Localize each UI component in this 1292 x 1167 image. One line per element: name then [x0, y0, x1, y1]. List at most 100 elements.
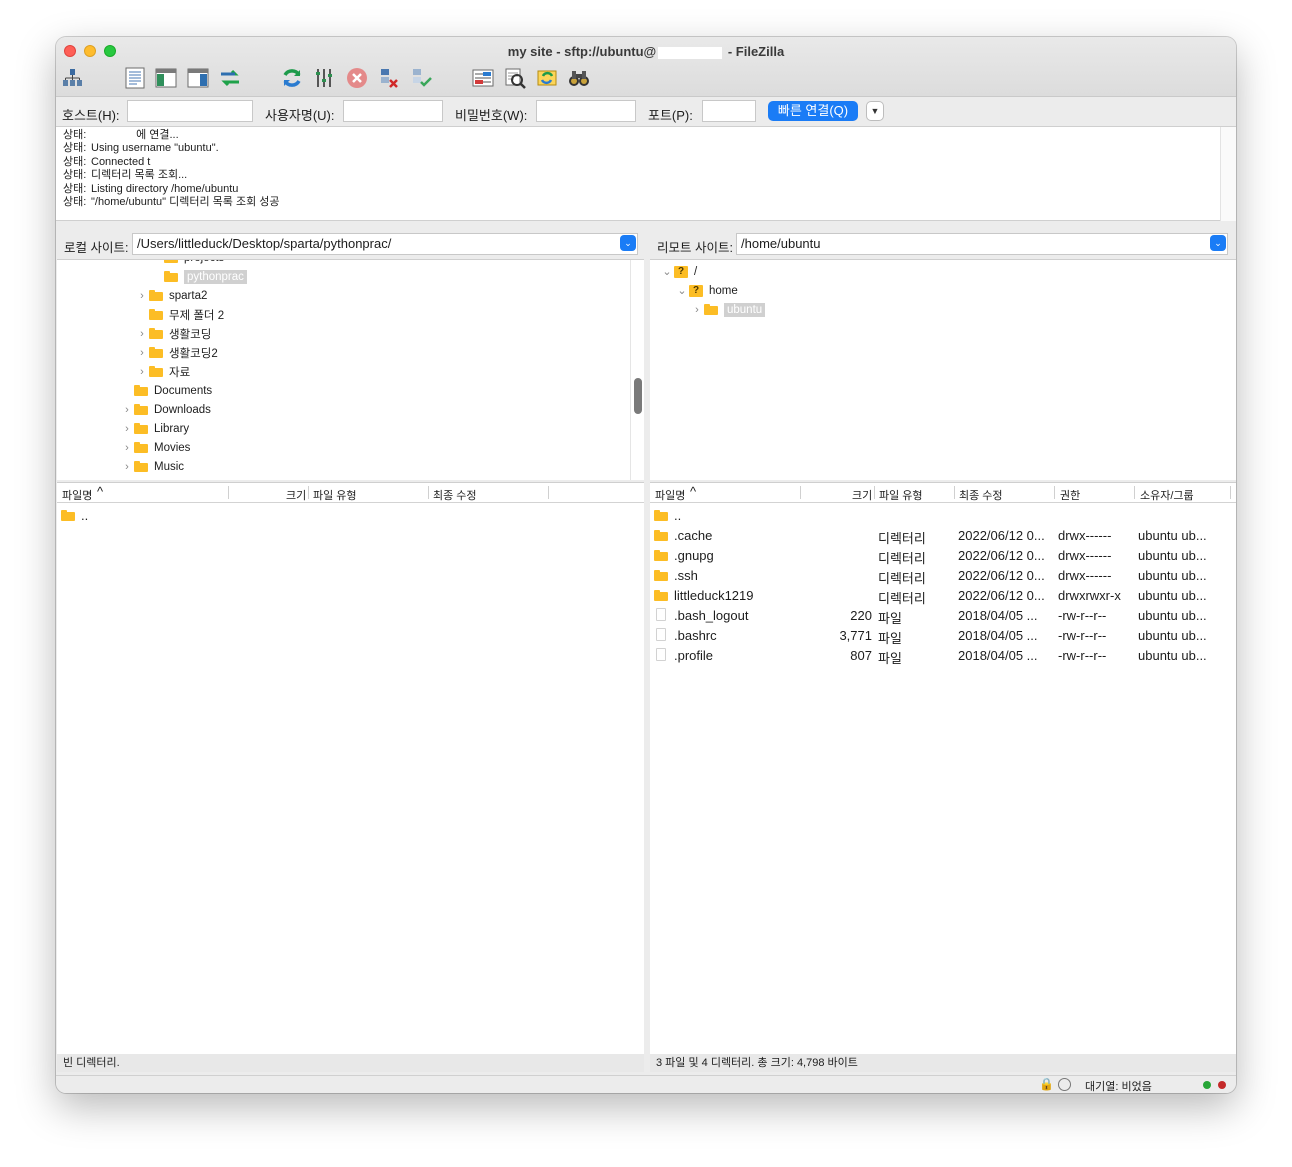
remote-file-name: .. [674, 508, 682, 523]
local-col-type[interactable]: 파일 유형 [313, 487, 357, 503]
password-input[interactable] [536, 100, 636, 122]
remote-col-size[interactable]: 크기 [852, 487, 872, 503]
remote-col-name[interactable]: 파일명 [655, 487, 685, 503]
quickconnect-button[interactable]: 빠른 연결(Q) [768, 101, 858, 121]
remote-col-permissions[interactable]: 권한 [1060, 487, 1080, 503]
local-col-size[interactable]: 크기 [286, 487, 306, 503]
speed-limit-icon[interactable] [1058, 1078, 1071, 1091]
remote-file-row[interactable]: .profile 807 파일 2018/04/05 ... -rw-r--r-- ubu… [650, 645, 1236, 666]
pane-splitter[interactable] [644, 229, 650, 1075]
remote-file-name: littleduck1219 [674, 588, 754, 603]
host-input[interactable] [127, 100, 253, 122]
local-col-name[interactable]: 파일명 [62, 487, 92, 503]
remote-file-row[interactable]: .ssh 디렉터리 2022/06/12 0... drwx------ ubuntu … [650, 565, 1236, 586]
tree-item[interactable]: › Downloads [120, 400, 211, 419]
filter-icon[interactable] [470, 65, 496, 91]
tree-item[interactable]: › ubuntu [690, 300, 766, 319]
remote-file-row[interactable]: .gnupg 디렉터리 2022/06/12 0... drwx------ ubunt… [650, 545, 1236, 566]
status-bar: 🔒 대기열: 비었음 [56, 1075, 1236, 1093]
local-site-bar: 로컬 사이트: /Users/littleduck/Desktop/sparta… [56, 229, 644, 259]
remote-col-owner[interactable]: 소유자/그룹 [1140, 487, 1194, 503]
tree-item[interactable]: ⌄? home [675, 281, 738, 300]
remote-list-header: 파일명 ^ 크기 파일 유형 최종 수정 권한 소유자/그룹 [650, 483, 1236, 503]
tree-item[interactable]: › sparta2 [135, 286, 207, 305]
disconnect-icon[interactable] [376, 65, 402, 91]
local-col-modified[interactable]: 최종 수정 [433, 487, 477, 503]
expand-chevron-icon[interactable]: › [120, 423, 134, 435]
remote-file-perms: -rw-r--r-- [1058, 628, 1107, 643]
tree-item-label: Movies [154, 441, 191, 454]
folder-icon [654, 530, 668, 541]
local-path-dropdown[interactable]: ⌄ [620, 235, 636, 251]
tree-item[interactable]: › Library [120, 419, 189, 438]
remote-file-perms: drwxrwxr-x [1058, 588, 1121, 603]
expand-chevron-icon[interactable]: › [150, 260, 164, 264]
tree-item-label: 자료 [169, 366, 191, 379]
remote-path-dropdown[interactable]: ⌄ [1210, 235, 1226, 251]
expand-chevron-icon[interactable]: ⌄ [675, 284, 689, 297]
folder-icon [134, 385, 148, 396]
expand-chevron-icon[interactable]: › [120, 461, 134, 473]
remote-file-size: 807 [850, 648, 872, 663]
tree-item-label: ubuntu [724, 302, 766, 317]
toggle-log-icon[interactable] [122, 65, 148, 91]
tree-item[interactable]: › Movies [120, 438, 190, 457]
remote-file-row[interactable]: .bashrc 3,771 파일 2018/04/05 ... -rw-r--r-- ub… [650, 625, 1236, 646]
tree-item[interactable]: › 자료 [135, 362, 190, 381]
tree-item[interactable]: › 생활코딩2 [135, 343, 218, 362]
message-log: 상태: 에 연결... 상태: Using username "ubuntu". 상태… [56, 127, 1236, 221]
expand-chevron-icon[interactable]: › [135, 366, 149, 378]
cancel-icon[interactable] [344, 65, 370, 91]
search-icon[interactable] [566, 65, 592, 91]
transfer-queue-icon[interactable] [217, 65, 243, 91]
local-directory-tree: ›projectspythonprac›sparta2무제 폴더 2›생활코딩›… [57, 259, 644, 480]
tree-item[interactable]: Documents [120, 381, 212, 400]
local-file-list: 파일명 ^ 크기 파일 유형 최종 수정 .. [57, 482, 644, 1054]
remote-file-row[interactable]: .bash_logout 220 파일 2018/04/05 ... -rw-r--r-… [650, 605, 1236, 626]
lock-icon: 🔒 [1039, 1077, 1054, 1091]
expand-chevron-icon[interactable]: › [120, 442, 134, 454]
remote-file-perms: drwx------ [1058, 528, 1112, 543]
username-input[interactable] [343, 100, 443, 122]
folder-icon [149, 309, 163, 320]
quickconnect-bar: 호스트(H): 사용자명(U): 비밀번호(W): 포트(P): 빠른 연결(Q… [56, 97, 1236, 127]
local-path-input[interactable]: /Users/littleduck/Desktop/sparta/pythonp… [132, 233, 638, 255]
tree-item[interactable]: › 생활코딩 [135, 324, 211, 343]
expand-chevron-icon[interactable]: ⌄ [660, 265, 674, 278]
remote-file-modified: 2022/06/12 0... [958, 548, 1045, 563]
expand-chevron-icon[interactable]: › [690, 304, 704, 316]
local-tree-scrollbar[interactable] [634, 378, 642, 414]
quickconnect-history-dropdown[interactable]: ▼ [866, 101, 884, 121]
tree-item[interactable]: › Music [120, 457, 184, 476]
remote-path-input[interactable]: /home/ubuntu [736, 233, 1228, 255]
expand-chevron-icon[interactable]: › [135, 347, 149, 359]
reconnect-icon[interactable] [408, 65, 434, 91]
tree-item-label: projects [184, 260, 224, 264]
compare-icon[interactable] [502, 65, 528, 91]
remote-file-owner: ubuntu ub... [1138, 588, 1207, 603]
toggle-local-tree-icon[interactable] [153, 65, 179, 91]
remote-file-row[interactable]: littleduck1219 디렉터리 2022/06/12 0... drwxrwx… [650, 585, 1236, 606]
remote-file-row[interactable]: .cache 디렉터리 2022/06/12 0... drwx------ ubunt… [650, 525, 1236, 546]
local-file-name: .. [81, 508, 89, 523]
remote-col-type[interactable]: 파일 유형 [879, 487, 923, 503]
expand-chevron-icon[interactable]: › [120, 404, 134, 416]
port-input[interactable] [702, 100, 756, 122]
expand-chevron-icon[interactable]: › [135, 290, 149, 302]
tree-item[interactable]: pythonprac [150, 267, 247, 286]
tree-item[interactable]: › projects [150, 260, 224, 267]
sync-browse-icon[interactable] [534, 65, 560, 91]
log-scrollbar[interactable] [1220, 127, 1236, 221]
tree-item[interactable]: ⌄? / [660, 262, 697, 281]
local-file-row[interactable]: .. [57, 505, 644, 525]
expand-chevron-icon[interactable]: › [135, 328, 149, 340]
tree-item[interactable]: 무제 폴더 2 [135, 305, 224, 324]
site-manager-icon[interactable] [60, 65, 86, 91]
remote-col-modified[interactable]: 최종 수정 [959, 487, 1003, 503]
toggle-remote-tree-icon[interactable] [185, 65, 211, 91]
remote-file-name: .gnupg [674, 548, 714, 563]
process-queue-icon[interactable] [312, 65, 338, 91]
refresh-icon[interactable] [279, 65, 305, 91]
remote-file-row[interactable]: .. [650, 505, 1236, 525]
remote-file-owner: ubuntu ub... [1138, 548, 1207, 563]
